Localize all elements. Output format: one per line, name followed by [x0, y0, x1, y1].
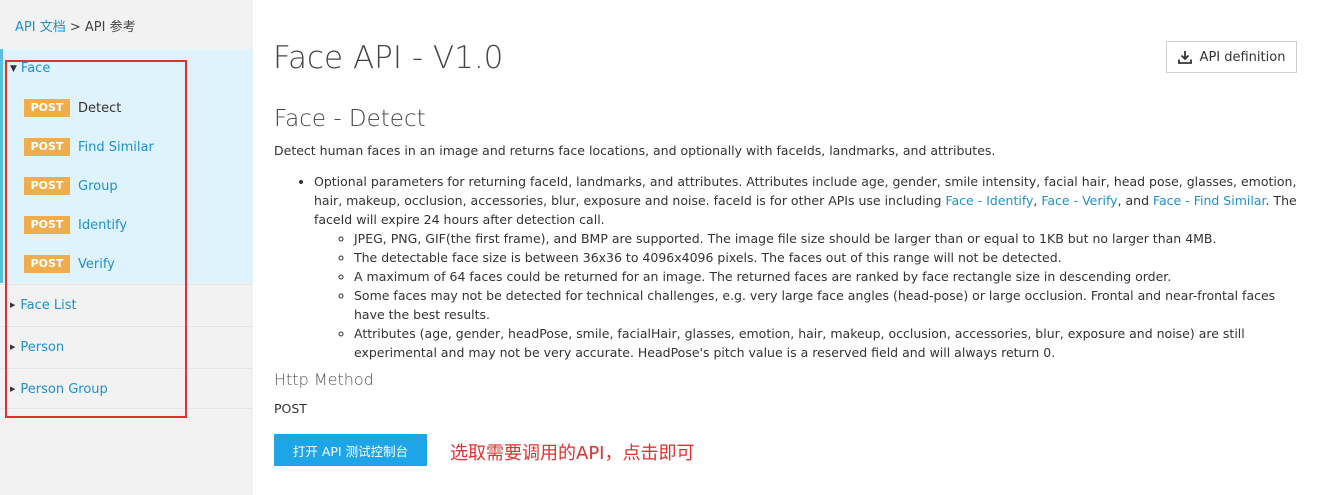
post-method-badge: POST	[24, 255, 70, 273]
sidebar-group-person-group-label: Person Group	[20, 382, 108, 397]
sidebar-group-label: ▶ Person Group	[10, 382, 108, 397]
sidebar-group-face-label: Face	[20, 61, 51, 76]
sidebar-group-label: ▶ Face List	[10, 298, 77, 313]
sidebar-item-group[interactable]: POST Group	[24, 177, 118, 195]
operation-title: Face - Detect	[274, 106, 426, 132]
notes-sub-item: JPEG, PNG, GIF(the first frame), and BMP…	[354, 229, 1304, 248]
sidebar-group-person-label: Person	[20, 340, 65, 355]
sidebar-group-person-group[interactable]: ▶ Person Group	[0, 368, 253, 409]
sidebar-item-detect[interactable]: POST Detect	[24, 99, 121, 117]
sidebar-item-label: Verify	[78, 256, 115, 272]
face-group-panel	[0, 49, 253, 283]
operation-description: Detect human faces in an image and retur…	[274, 143, 996, 158]
sidebar-group-face[interactable]: ▼ Face	[10, 61, 50, 76]
api-definition-label: API definition	[1199, 49, 1286, 65]
notes-item: Optional parameters for returning faceId…	[314, 172, 1304, 362]
breadcrumb-separator: >	[65, 20, 85, 35]
download-icon	[1177, 51, 1192, 64]
sidebar-item-label: Find Similar	[78, 139, 154, 155]
http-method-value: POST	[274, 401, 307, 416]
link-separator: , and	[1117, 193, 1153, 208]
notes-sub-item: Some faces may not be detected for techn…	[354, 286, 1304, 324]
open-api-console-button[interactable]: 打开 API 测试控制台	[274, 434, 427, 466]
annotation-text: 选取需要调用的API，点击即可	[450, 443, 695, 464]
caret-right-icon: ▶	[10, 343, 16, 351]
post-method-badge: POST	[24, 99, 70, 117]
link-face-find-similar[interactable]: Face - Find Similar	[1153, 193, 1266, 208]
sidebar-group-person[interactable]: ▶ Person	[0, 326, 253, 367]
operation-notes: Optional parameters for returning faceId…	[294, 172, 1304, 362]
post-method-badge: POST	[24, 177, 70, 195]
sidebar-item-verify[interactable]: POST Verify	[24, 255, 115, 273]
sidebar-item-label: Group	[78, 178, 118, 194]
breadcrumb-current: API 参考	[84, 20, 136, 35]
notes-sub-item: The detectable face size is between 36x3…	[354, 248, 1304, 267]
api-definition-button[interactable]: API definition	[1166, 41, 1297, 73]
sidebar-group-face-list[interactable]: ▶ Face List	[0, 284, 253, 325]
link-face-identify[interactable]: Face - Identify	[945, 193, 1033, 208]
notes-sub-item: A maximum of 64 faces could be returned …	[354, 267, 1304, 286]
post-method-badge: POST	[24, 138, 70, 156]
sidebar-item-label: Identify	[78, 217, 128, 233]
notes-list: Optional parameters for returning faceId…	[294, 172, 1304, 362]
caret-right-icon: ▶	[10, 301, 16, 309]
notes-sub-list: JPEG, PNG, GIF(the first frame), and BMP…	[314, 229, 1304, 362]
breadcrumb: API 文档 > API 参考	[15, 16, 136, 35]
notes-sub-item: Attributes (age, gender, headPose, smile…	[354, 324, 1304, 362]
caret-down-icon: ▼	[10, 64, 17, 74]
caret-right-icon: ▶	[10, 385, 16, 393]
sidebar-group-face-list-label: Face List	[20, 298, 77, 313]
breadcrumb-link-api-docs[interactable]: API 文档	[15, 20, 66, 35]
http-method-heading: Http Method	[274, 370, 374, 389]
page-title: Face API - V1.0	[273, 40, 504, 76]
sidebar-group-label: ▶ Person	[10, 340, 64, 355]
post-method-badge: POST	[24, 216, 70, 234]
sidebar-item-label: Detect	[78, 100, 122, 116]
sidebar-item-find-similar[interactable]: POST Find Similar	[24, 138, 154, 156]
link-face-verify[interactable]: Face - Verify	[1041, 193, 1117, 208]
sidebar: API 文档 > API 参考 ▼ Face POST Detect POST F…	[0, 0, 253, 495]
sidebar-item-identify[interactable]: POST Identify	[24, 216, 127, 234]
